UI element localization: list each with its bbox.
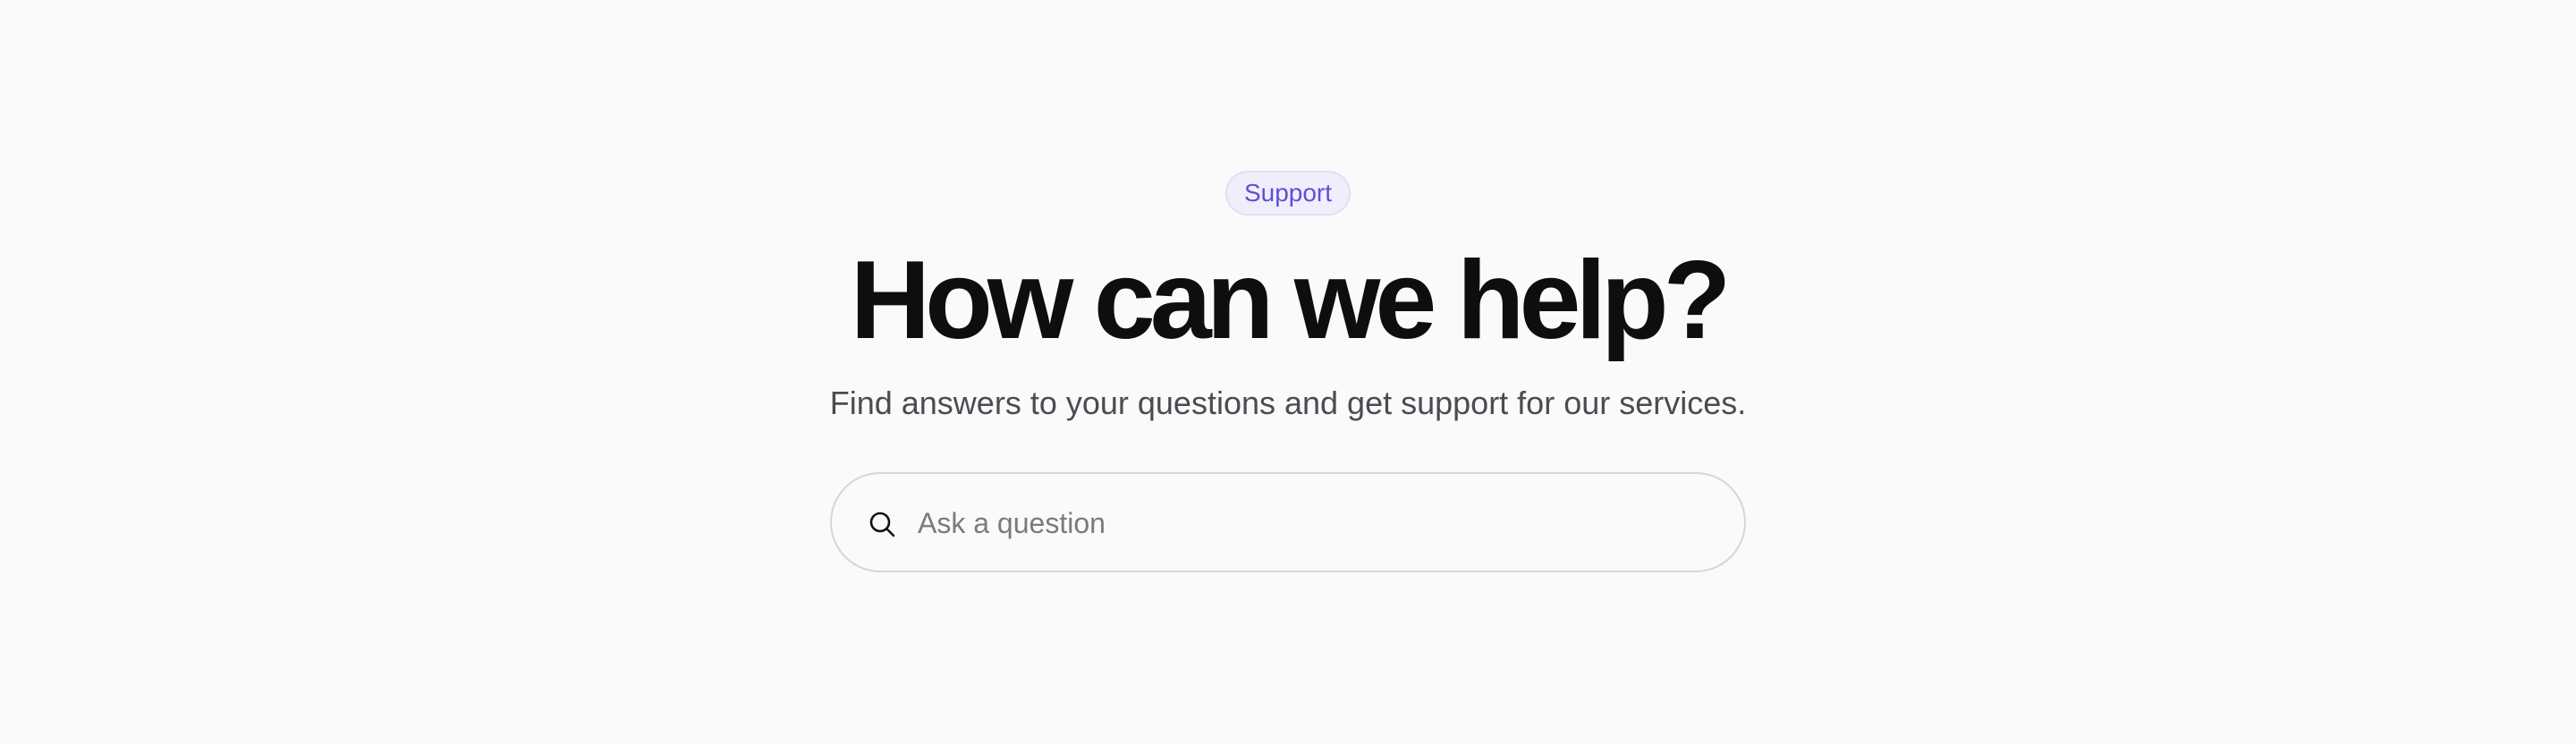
search-input[interactable]: [918, 497, 1705, 549]
page-title: How can we help?: [850, 239, 1732, 362]
page-subtitle: Find answers to your questions and get s…: [829, 385, 1747, 421]
support-hero: Support How can we help? Find answers to…: [0, 0, 2576, 744]
search-icon: [868, 510, 896, 538]
search-bar[interactable]: [830, 472, 1746, 572]
support-badge: Support: [1225, 171, 1351, 216]
